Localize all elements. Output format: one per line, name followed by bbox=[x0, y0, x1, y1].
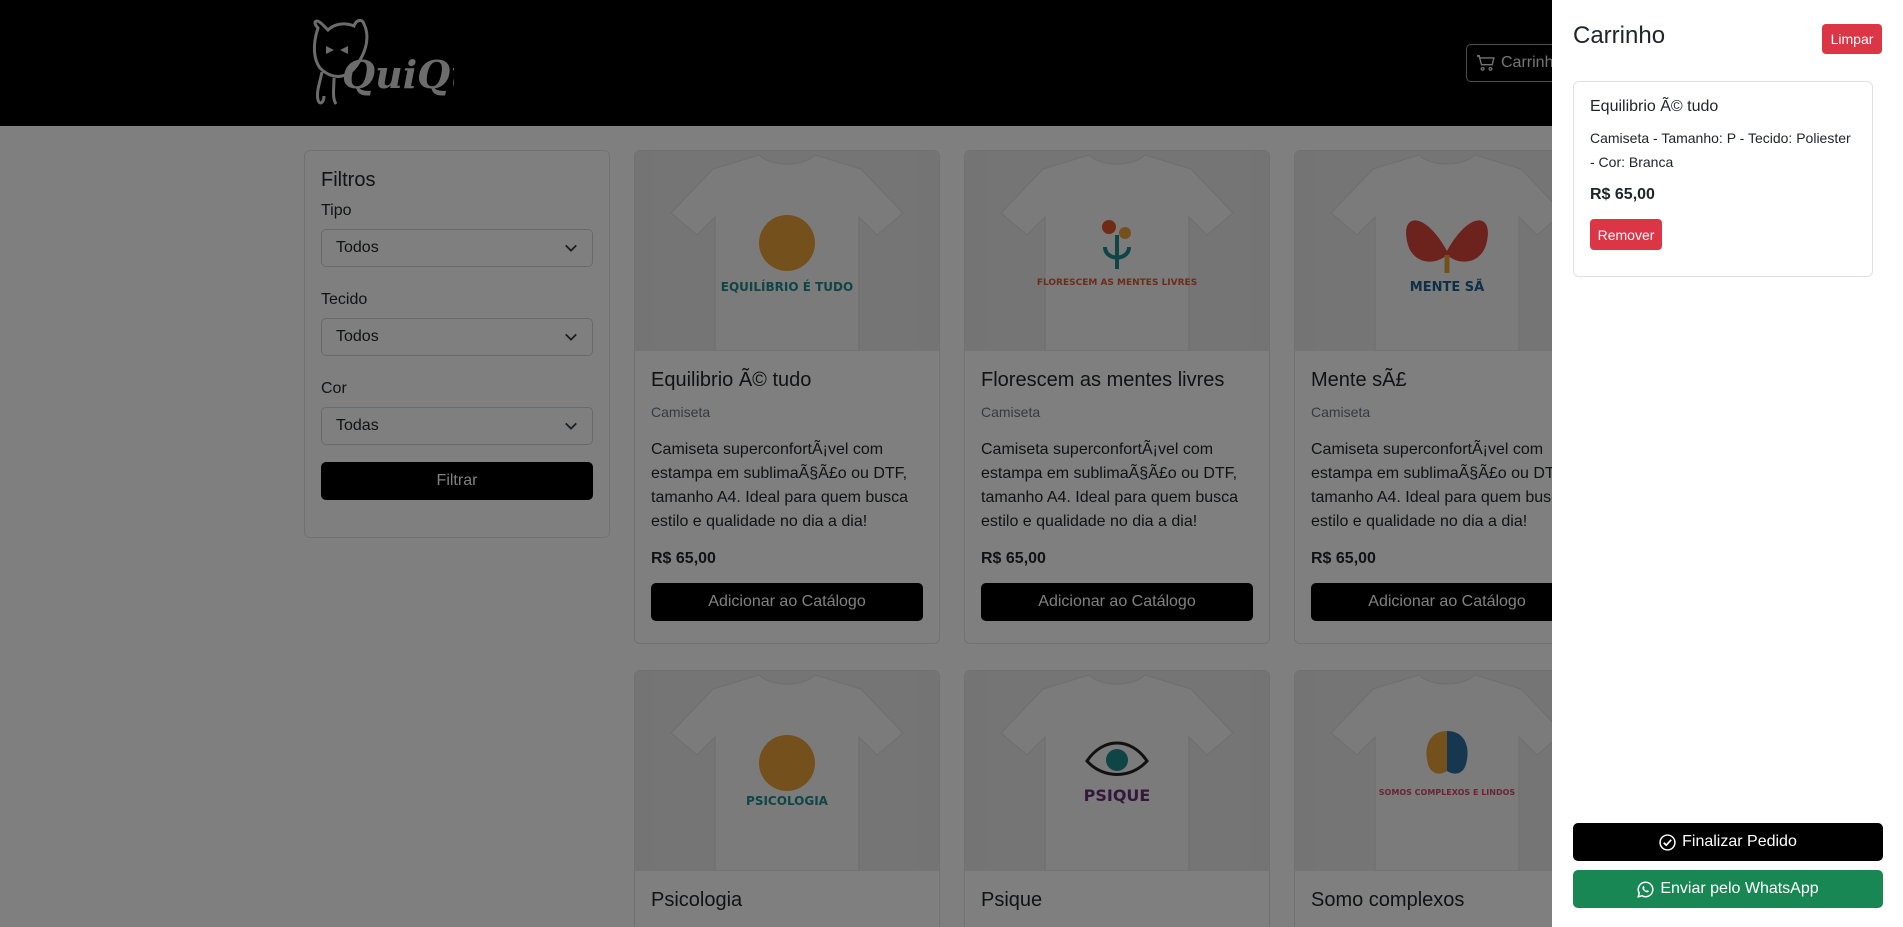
cart-title: Carrinho bbox=[1573, 22, 1666, 49]
cart-item: Equilibrio Ã© tudo Camiseta - Tamanho: P… bbox=[1573, 81, 1873, 277]
cart-item-title: Equilibrio Ã© tudo bbox=[1590, 98, 1719, 115]
send-whatsapp-label: Enviar pelo WhatsApp bbox=[1660, 880, 1819, 897]
remove-item-button[interactable]: Remover bbox=[1590, 219, 1662, 250]
finalize-order-label: Finalizar Pedido bbox=[1682, 833, 1797, 850]
offcanvas-backdrop[interactable] bbox=[0, 0, 1552, 927]
check-circle-icon bbox=[1659, 833, 1676, 851]
cart-item-price: R$ 65,00 bbox=[1590, 186, 1655, 203]
finalize-order-button[interactable]: Finalizar Pedido bbox=[1573, 823, 1883, 861]
cart-item-details: Camiseta - Tamanho: P - Tecido: Polieste… bbox=[1590, 130, 1851, 170]
clear-cart-button[interactable]: Limpar bbox=[1822, 24, 1882, 54]
whatsapp-icon bbox=[1637, 881, 1654, 898]
send-whatsapp-button[interactable]: Enviar pelo WhatsApp bbox=[1573, 870, 1883, 908]
